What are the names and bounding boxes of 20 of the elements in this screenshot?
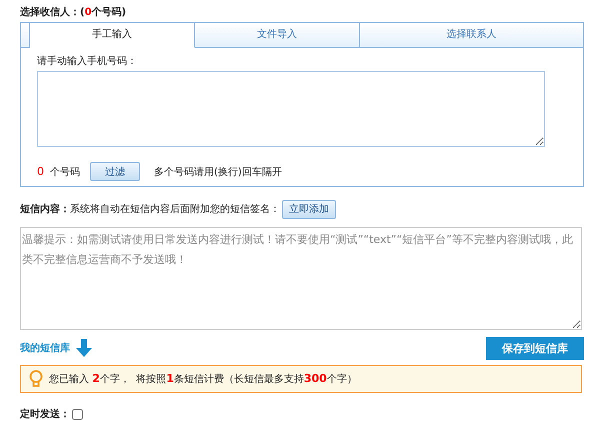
separator-hint: 多个号码请用(换行)回车隔开	[154, 166, 282, 178]
down-arrow-icon	[76, 339, 92, 357]
tab[interactable]: 文件导入	[195, 23, 360, 48]
notice-text: 您已输入 2个字， 将按照1条短信计费（长短信最多支持300个字）	[49, 372, 357, 386]
phone-input-field[interactable]	[37, 71, 545, 147]
recipients-label: 选择收信人：(0个号码)	[20, 6, 128, 20]
schedule-label: 定时发送：	[20, 407, 70, 421]
sms-library-link[interactable]: 我的短信库	[20, 341, 70, 355]
save-to-library-button[interactable]: 保存到短信库	[486, 336, 584, 360]
phone-input-label: 请手动输入手机号码：	[37, 55, 138, 69]
tab[interactable]: 选择联系人	[360, 23, 583, 48]
number-count: 0	[37, 165, 44, 178]
content-label: 短信内容：	[20, 202, 70, 216]
filter-button[interactable]: 过滤	[90, 162, 140, 181]
schedule-checkbox[interactable]	[72, 408, 83, 420]
signature-note: 系统将自动在短信内容后面附加您的短信签名：	[70, 202, 280, 216]
lightbulb-icon	[29, 370, 43, 388]
message-field[interactable]: 温馨提示：如需测试请使用日常发送内容进行测试！请不要使用“测试”“text”“短信平台”等不完整内容测试哦，此类不完整信息运营商不予发送哦！	[20, 227, 582, 330]
number-unit: 个号码	[50, 166, 80, 178]
add-signature-button[interactable]: 立即添加	[282, 200, 336, 218]
